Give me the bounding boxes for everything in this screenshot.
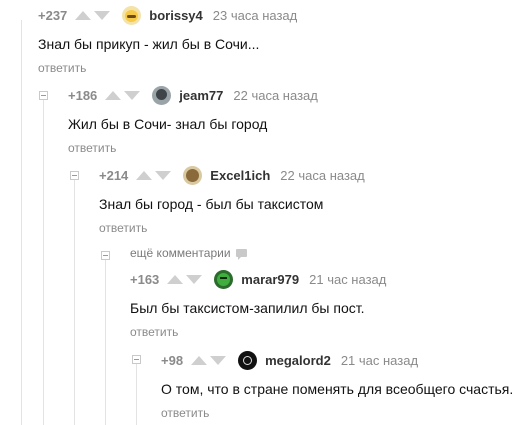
comment-time: 21 час назад bbox=[309, 271, 387, 287]
downvote-icon[interactable] bbox=[155, 170, 172, 180]
comment-rating: +186 bbox=[68, 87, 98, 103]
user-avatar[interactable] bbox=[238, 350, 258, 370]
upvote-icon[interactable] bbox=[136, 170, 153, 180]
comment: +186 jeam77 22 часа назад Жил бы в Сочи-… bbox=[68, 85, 318, 155]
comment-header: +163 marar979 21 час назад bbox=[130, 269, 387, 289]
collapse-toggle[interactable] bbox=[101, 251, 110, 260]
upvote-icon[interactable] bbox=[191, 355, 208, 365]
thread-line bbox=[21, 20, 22, 425]
comment-rating: +98 bbox=[161, 352, 184, 368]
comment-text: О том, что в стране поменять для всеобще… bbox=[161, 381, 514, 397]
comment-text: Знал бы прикуп - жил бы в Сочи... bbox=[38, 36, 260, 52]
more-comments-link[interactable]: ещё комментарии bbox=[130, 246, 247, 260]
comment-author[interactable]: megalord2 bbox=[265, 353, 331, 368]
reply-link[interactable]: ответить bbox=[38, 61, 297, 75]
comment-text: Жил бы в Сочи- знал бы город bbox=[68, 116, 268, 132]
thread-line bbox=[43, 100, 44, 425]
thread-line bbox=[105, 260, 106, 425]
comment-time: 23 часа назад bbox=[212, 7, 298, 23]
comment-rating: +163 bbox=[130, 271, 160, 287]
downvote-icon[interactable] bbox=[94, 10, 111, 20]
comment-time: 22 часа назад bbox=[233, 87, 318, 103]
collapse-toggle[interactable] bbox=[39, 91, 48, 100]
upvote-icon[interactable] bbox=[105, 90, 122, 100]
more-comments-label: ещё комментарии bbox=[130, 246, 231, 260]
user-avatar[interactable] bbox=[122, 5, 142, 25]
comment: +214 Excel1ich 22 часа назад Знал бы гор… bbox=[99, 165, 365, 235]
comment-author[interactable]: marar979 bbox=[241, 272, 299, 287]
comment-header: +98 megalord2 21 час назад bbox=[161, 350, 513, 370]
comment: +163 marar979 21 час назад Был бы таксис… bbox=[130, 269, 387, 339]
downvote-icon[interactable] bbox=[124, 90, 141, 100]
comment-bubble-icon bbox=[235, 249, 247, 260]
reply-link[interactable]: ответить bbox=[68, 141, 318, 155]
user-avatar[interactable] bbox=[152, 85, 172, 105]
collapse-toggle[interactable] bbox=[70, 171, 79, 180]
thread-line bbox=[136, 362, 137, 425]
reply-link[interactable]: ответить bbox=[99, 221, 365, 235]
upvote-icon[interactable] bbox=[75, 10, 92, 20]
comment-time: 22 часа назад bbox=[280, 167, 365, 183]
comment-text: Знал бы город - был бы таксистом bbox=[99, 196, 324, 212]
reply-link[interactable]: ответить bbox=[161, 406, 513, 420]
comment-header: +186 jeam77 22 часа назад bbox=[68, 85, 318, 105]
comment: +237 borissy4 23 часа назад Знал бы прик… bbox=[38, 5, 298, 75]
comment-header: +237 borissy4 23 часа назад bbox=[38, 5, 298, 25]
comment-rating: +237 bbox=[38, 7, 68, 23]
thread-line bbox=[74, 180, 75, 425]
user-avatar[interactable] bbox=[214, 269, 234, 289]
comment-time: 21 час назад bbox=[340, 352, 419, 368]
comment-author[interactable]: jeam77 bbox=[179, 88, 223, 103]
upvote-icon[interactable] bbox=[167, 274, 184, 284]
downvote-icon[interactable] bbox=[186, 274, 203, 284]
comment-text: Был бы таксистом-запилил бы пост. bbox=[130, 300, 365, 316]
comment-author[interactable]: Excel1ich bbox=[210, 168, 270, 183]
collapse-toggle[interactable] bbox=[132, 355, 141, 364]
comment: +98 megalord2 21 час назад О том, что в … bbox=[161, 350, 514, 420]
downvote-icon[interactable] bbox=[210, 355, 227, 365]
user-avatar[interactable] bbox=[183, 165, 203, 185]
comment-author[interactable]: borissy4 bbox=[149, 8, 202, 23]
comment-rating: +214 bbox=[99, 167, 129, 183]
comment-header: +214 Excel1ich 22 часа назад bbox=[99, 165, 365, 185]
reply-link[interactable]: ответить bbox=[130, 325, 386, 339]
